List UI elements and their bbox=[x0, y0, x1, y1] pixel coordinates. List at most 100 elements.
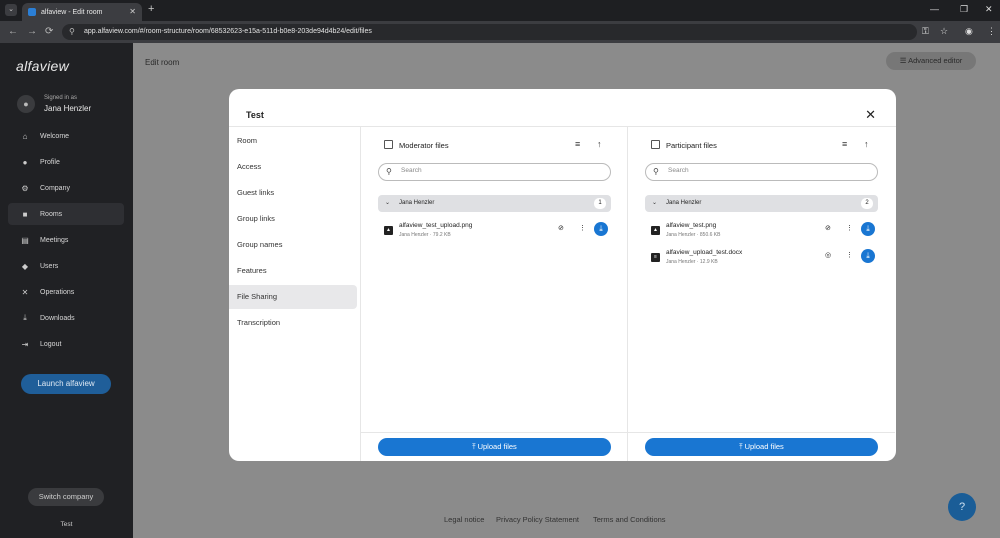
group-name: Jana Henzler bbox=[666, 200, 702, 206]
select-all-checkbox[interactable] bbox=[384, 140, 393, 149]
more-vert-icon[interactable]: ⋮ bbox=[846, 224, 853, 232]
reload-icon[interactable]: ⟳ bbox=[45, 26, 53, 37]
new-tab-button[interactable]: + bbox=[148, 3, 154, 15]
site-info-icon[interactable]: ⚲ bbox=[69, 24, 75, 40]
eye-off-icon[interactable]: ◎ bbox=[825, 251, 831, 259]
bookmark-star-icon[interactable]: ☆ bbox=[940, 26, 948, 37]
profile-icon[interactable]: ◉ bbox=[965, 26, 973, 37]
app-sidebar: alfaview ● Signed in as Jana Henzler ⌂ We… bbox=[0, 43, 133, 538]
visibility-off-icon[interactable]: ⊘ bbox=[558, 224, 564, 232]
upload-label: Upload files bbox=[477, 442, 517, 451]
sidebar-item-label: Meetings bbox=[40, 236, 69, 244]
upload-files-button[interactable]: ⤒ Upload files bbox=[378, 438, 611, 456]
tools-icon: ✕ bbox=[21, 287, 29, 297]
sidebar-item-meetings[interactable]: ▤ Meetings bbox=[8, 229, 124, 251]
advanced-editor-button[interactable]: ☰ Advanced editor bbox=[886, 52, 976, 70]
dialog-nav-access[interactable]: Access bbox=[229, 155, 357, 179]
window-close-icon[interactable]: ✕ bbox=[985, 4, 993, 15]
tab-close-icon[interactable]: ✕ bbox=[129, 7, 136, 16]
dialog-nav-guest-links[interactable]: Guest links bbox=[229, 181, 357, 205]
sidebar-item-downloads[interactable]: ⤓ Downloads bbox=[8, 307, 124, 329]
browser-toolbar: ← → ⟳ ⚲ app.alfaview.com/#/room-structur… bbox=[0, 21, 1000, 43]
dialog-nav-group-links[interactable]: Group links bbox=[229, 207, 357, 231]
privacy-policy-link[interactable]: Privacy Policy Statement bbox=[496, 515, 579, 524]
dialog-nav-features[interactable]: Features bbox=[229, 259, 357, 283]
sort-icon[interactable]: ≡ bbox=[575, 139, 580, 149]
arrow-up-icon[interactable]: ↑ bbox=[864, 139, 869, 149]
terms-link[interactable]: Terms and Conditions bbox=[593, 515, 666, 524]
dialog-nav-file-sharing[interactable]: File Sharing bbox=[229, 285, 357, 309]
file-row[interactable]: ▲ alfaview_test.png Jana Henzler · 850.6… bbox=[645, 220, 878, 244]
sidebar-item-label: Welcome bbox=[40, 132, 70, 140]
address-bar[interactable]: ⚲ app.alfaview.com/#/room-structure/room… bbox=[62, 24, 917, 40]
search-input[interactable] bbox=[401, 167, 601, 174]
sidebar-item-label: Operations bbox=[40, 288, 75, 296]
image-icon: ▲ bbox=[384, 226, 393, 235]
sidebar-item-label: Profile bbox=[40, 158, 60, 166]
chevron-down-icon: ⌄ bbox=[652, 200, 658, 206]
group-name: Jana Henzler bbox=[399, 200, 435, 206]
tab-search-icon[interactable]: ⌄ bbox=[5, 4, 17, 16]
switch-company-button[interactable]: Switch company bbox=[28, 488, 104, 506]
file-meta: Jana Henzler · 850.6 KB bbox=[666, 232, 721, 238]
more-vert-icon[interactable]: ⋮ bbox=[846, 251, 853, 259]
sidebar-item-users[interactable]: ◆ Users bbox=[8, 255, 124, 277]
key-icon[interactable]: ⚿ bbox=[922, 26, 929, 37]
pane-title: Moderator files bbox=[399, 141, 449, 150]
file-name: alfaview_test_upload.png bbox=[399, 222, 473, 229]
download-icon[interactable]: ⤓ bbox=[594, 222, 608, 236]
sidebar-item-rooms[interactable]: ■ Rooms bbox=[8, 203, 124, 225]
file-row[interactable]: ≡ alfaview_upload_test.docx Jana Henzler… bbox=[645, 247, 878, 271]
download-icon[interactable]: ⤓ bbox=[861, 222, 875, 236]
file-count-badge: 1 bbox=[594, 198, 606, 209]
minimize-icon[interactable]: — bbox=[930, 4, 939, 14]
back-icon[interactable]: ← bbox=[8, 26, 18, 37]
upload-files-button[interactable]: ⤒ Upload files bbox=[645, 438, 878, 456]
forward-icon[interactable]: → bbox=[27, 26, 37, 37]
file-meta: Jana Henzler · 12.9 KB bbox=[666, 259, 718, 265]
image-icon: ▲ bbox=[651, 226, 660, 235]
visibility-off-icon[interactable]: ⊘ bbox=[825, 224, 831, 232]
file-row[interactable]: ▲ alfaview_test_upload.png Jana Henzler … bbox=[378, 220, 611, 244]
restore-icon[interactable]: ❐ bbox=[960, 4, 968, 15]
download-icon[interactable]: ⤓ bbox=[861, 249, 875, 263]
sidebar-item-company[interactable]: ⚙ Company bbox=[8, 177, 124, 199]
search-icon: ⚲ bbox=[653, 167, 659, 176]
sidebar-item-welcome[interactable]: ⌂ Welcome bbox=[8, 125, 124, 147]
sidebar-item-label: Rooms bbox=[40, 210, 63, 218]
page-title: Edit room bbox=[145, 58, 180, 67]
sidebar-item-operations[interactable]: ✕ Operations bbox=[8, 281, 124, 303]
legal-notice-link[interactable]: Legal notice bbox=[444, 515, 484, 524]
arrow-up-icon[interactable]: ↑ bbox=[597, 139, 602, 149]
user-group-header[interactable]: ⌄ Jana Henzler 2 bbox=[645, 195, 878, 212]
search-field[interactable]: ⚲ bbox=[645, 163, 878, 181]
dialog-nav-transcription[interactable]: Transcription bbox=[229, 311, 357, 335]
more-vert-icon[interactable]: ⋮ bbox=[579, 224, 586, 232]
dialog-nav-group-names[interactable]: Group names bbox=[229, 233, 357, 257]
sort-icon[interactable]: ≡ bbox=[842, 139, 847, 149]
help-button[interactable]: ? bbox=[948, 493, 976, 521]
user-group-header[interactable]: ⌄ Jana Henzler 1 bbox=[378, 195, 611, 212]
select-all-checkbox[interactable] bbox=[651, 140, 660, 149]
browser-menu-icon[interactable]: ⋮ bbox=[987, 26, 996, 37]
signed-in-label: Signed in as bbox=[44, 95, 78, 101]
sidebar-item-profile[interactable]: ● Profile bbox=[8, 151, 124, 173]
close-icon[interactable]: ✕ bbox=[865, 107, 876, 123]
search-input[interactable] bbox=[668, 167, 868, 174]
browser-tab[interactable]: alfaview - Edit room ✕ bbox=[22, 3, 142, 21]
document-icon: ≡ bbox=[651, 253, 660, 262]
dialog-nav: Room Access Guest links Group links Grou… bbox=[229, 127, 361, 461]
file-name: alfaview_test.png bbox=[666, 222, 717, 229]
dialog-title: Test bbox=[246, 110, 264, 120]
file-count-badge: 2 bbox=[861, 198, 873, 209]
sidebar-item-logout[interactable]: ⇥ Logout bbox=[8, 333, 124, 355]
company-name: Test bbox=[60, 521, 73, 528]
gear-icon: ⚙ bbox=[21, 183, 29, 193]
upload-area: ⤒ Upload files bbox=[361, 432, 628, 461]
home-icon: ⌂ bbox=[22, 131, 28, 141]
file-name: alfaview_upload_test.docx bbox=[666, 249, 743, 256]
search-field[interactable]: ⚲ bbox=[378, 163, 611, 181]
launch-alfaview-button[interactable]: Launch alfaview bbox=[21, 374, 111, 394]
brand-logo: alfaview bbox=[16, 58, 69, 74]
dialog-nav-room[interactable]: Room bbox=[229, 129, 357, 153]
